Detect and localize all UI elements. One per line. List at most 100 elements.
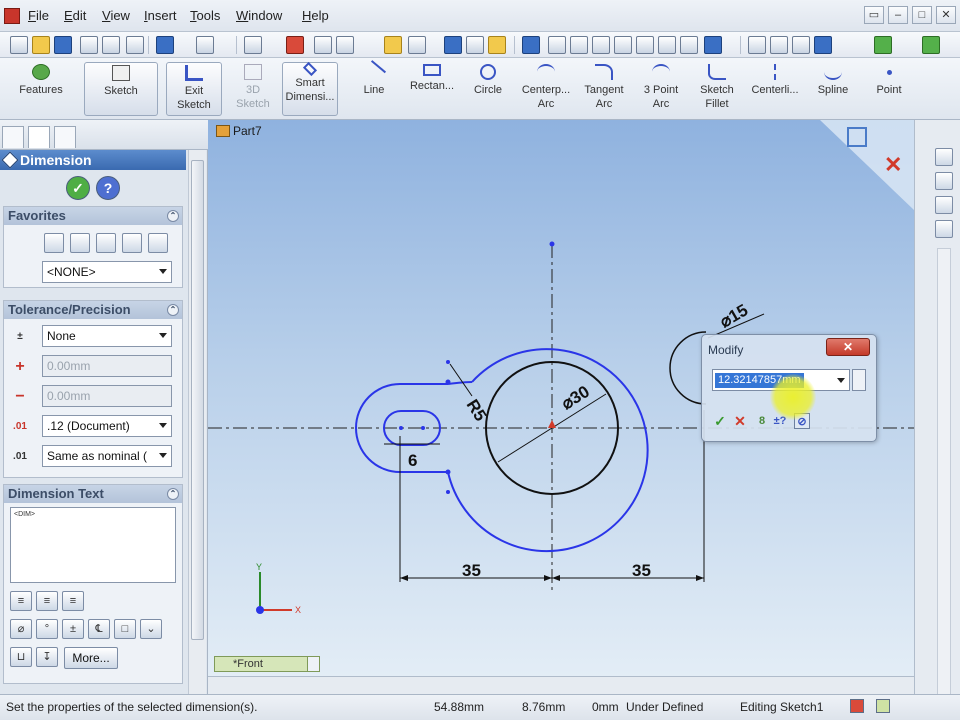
- display-icon[interactable]: [704, 36, 722, 54]
- exit-sketch-button[interactable]: Exit Sketch: [166, 62, 222, 116]
- dimension-left-35[interactable]: 35: [462, 561, 481, 580]
- restore-doc-button[interactable]: ▭: [864, 6, 884, 24]
- degree-symbol-icon[interactable]: °: [36, 619, 58, 639]
- chevron-down-icon[interactable]: [837, 378, 845, 383]
- chevron-down-icon[interactable]: [307, 656, 320, 672]
- file-properties-icon[interactable]: [314, 36, 332, 54]
- point-button[interactable]: Point: [864, 62, 914, 116]
- load-favorite-icon[interactable]: [148, 233, 168, 253]
- lower-limit-input[interactable]: 0.00mm: [42, 385, 172, 407]
- centerpoint-arc-button[interactable]: Centerp... Arc: [518, 62, 574, 116]
- spline-button[interactable]: Spline: [808, 62, 858, 116]
- dimension-diameter-30[interactable]: ⌀30: [558, 382, 593, 414]
- file-explorer-icon[interactable]: [935, 196, 953, 214]
- collapse-icon[interactable]: ⌃: [167, 488, 179, 500]
- square-symbol-icon[interactable]: □: [114, 619, 136, 639]
- dimension-diameter-15[interactable]: ⌀15: [717, 300, 752, 331]
- sketch-tab[interactable]: Sketch: [84, 62, 158, 116]
- 3point-arc-button[interactable]: 3 Point Arc: [636, 62, 686, 116]
- cut-icon[interactable]: [126, 36, 144, 54]
- cancel-sketch-corner-icon[interactable]: ✕: [884, 152, 902, 177]
- favorites-group-header[interactable]: Favorites ⌃: [4, 207, 182, 225]
- rebuild-status-icon[interactable]: [850, 699, 864, 713]
- outer-profile-arc[interactable]: [447, 348, 649, 553]
- print-icon[interactable]: [80, 36, 98, 54]
- design-library-icon[interactable]: [935, 172, 953, 190]
- ok-button[interactable]: ✓: [66, 176, 90, 200]
- rectangle-button[interactable]: Rectan...: [404, 62, 460, 116]
- hidden-lines-icon[interactable]: [770, 36, 788, 54]
- justify-center-icon[interactable]: ≡: [36, 591, 58, 611]
- view-orientation-icon[interactable]: [680, 36, 698, 54]
- add-favorite-icon[interactable]: [70, 233, 90, 253]
- help-button[interactable]: ?: [96, 176, 120, 200]
- centerline-endpoint[interactable]: [549, 241, 555, 247]
- maximize-button[interactable]: □: [912, 6, 932, 24]
- cancel-x-icon[interactable]: ✕: [732, 413, 748, 429]
- relations-icon[interactable]: [466, 36, 484, 54]
- save-icon[interactable]: [54, 36, 72, 54]
- fillet-top[interactable]: [447, 381, 473, 385]
- options-icon[interactable]: [336, 36, 354, 54]
- collapse-icon[interactable]: ⌃: [167, 210, 179, 222]
- upper-limit-input[interactable]: 0.00mm: [42, 355, 172, 377]
- minimize-button[interactable]: –: [888, 6, 908, 24]
- dimension-text-group-header[interactable]: Dimension Text ⌃: [4, 485, 182, 503]
- menu-file[interactable]: File: [28, 8, 49, 23]
- tolerance-type-select[interactable]: None: [42, 325, 172, 347]
- features-tab[interactable]: Features: [10, 62, 72, 116]
- depth-symbol-icon[interactable]: ↧: [36, 647, 58, 667]
- diameter-symbol-icon[interactable]: ⌀: [10, 619, 32, 639]
- circle-button[interactable]: Circle: [462, 62, 514, 116]
- sketch-fillet-button[interactable]: Sketch Fillet: [692, 62, 742, 116]
- smart-dimension-button[interactable]: Smart Dimensi...: [282, 61, 338, 116]
- view-orientation-label[interactable]: *Front: [214, 656, 320, 672]
- close-icon[interactable]: ✕: [826, 338, 870, 356]
- centerline-symbol-icon[interactable]: ℄: [88, 619, 110, 639]
- rebuild-icon[interactable]: [286, 36, 304, 54]
- save-favorite-icon[interactable]: [122, 233, 142, 253]
- heads-up-icon[interactable]: [522, 36, 540, 54]
- customize-icon[interactable]: [384, 36, 402, 54]
- more-symbols-dropdown-icon[interactable]: ⌄: [140, 619, 162, 639]
- menu-help[interactable]: Help: [302, 8, 329, 23]
- rotate-view-icon[interactable]: [636, 36, 654, 54]
- ok-checkmark-icon[interactable]: ✓: [712, 413, 728, 429]
- rebuild-icon[interactable]: 8: [754, 413, 770, 429]
- zoom-area-icon[interactable]: [570, 36, 588, 54]
- instant-3d-icon[interactable]: [488, 36, 506, 54]
- dimension-6[interactable]: 6: [408, 451, 417, 470]
- feature-manager-tab[interactable]: [2, 126, 24, 148]
- graphics-area[interactable]: Part7 ✕ R5 ⌀30 ⌀15 6 35 35 Y X Modify ✕ …: [208, 120, 914, 676]
- value-spin-button[interactable]: [852, 369, 866, 391]
- sketch-tool-icon[interactable]: [444, 36, 462, 54]
- justify-right-icon[interactable]: ≡: [62, 591, 84, 611]
- justify-left-icon[interactable]: ≡: [10, 591, 32, 611]
- delete-favorite-icon[interactable]: [96, 233, 116, 253]
- menu-window[interactable]: Window: [236, 8, 282, 23]
- dimension-right-35[interactable]: 35: [632, 561, 651, 580]
- 3d-sketch-button[interactable]: 3D Sketch: [228, 62, 278, 116]
- shaded-icon[interactable]: [748, 36, 766, 54]
- collapse-icon[interactable]: ⌃: [167, 304, 179, 316]
- favorites-select[interactable]: <NONE>: [42, 261, 172, 283]
- pan-icon[interactable]: [658, 36, 676, 54]
- solidworks-resources-icon[interactable]: [935, 148, 953, 166]
- more-symbols-button[interactable]: More...: [64, 647, 118, 669]
- counterbore-symbol-icon[interactable]: ⊔: [10, 647, 32, 667]
- menu-edit[interactable]: Edit: [64, 8, 86, 23]
- tolerance-precision-select[interactable]: Same as nominal (: [42, 445, 172, 467]
- display-style-icon[interactable]: [408, 36, 426, 54]
- primary-unit-precision-select[interactable]: .12 (Document): [42, 415, 172, 437]
- centerline-button[interactable]: Centerli...: [746, 62, 804, 116]
- zoom-to-fit-icon[interactable]: [548, 36, 566, 54]
- panel-scrollbar[interactable]: [188, 150, 206, 694]
- print-preview-icon[interactable]: [102, 36, 120, 54]
- graphics-vertical-scrollbar[interactable]: [937, 248, 951, 720]
- close-button[interactable]: ✕: [936, 6, 956, 24]
- solidworks-logo-icon[interactable]: [4, 8, 20, 24]
- menu-tools[interactable]: Tools: [190, 8, 220, 23]
- open-icon[interactable]: [32, 36, 50, 54]
- property-manager-tab[interactable]: [28, 126, 50, 148]
- line-button[interactable]: Line: [348, 60, 400, 116]
